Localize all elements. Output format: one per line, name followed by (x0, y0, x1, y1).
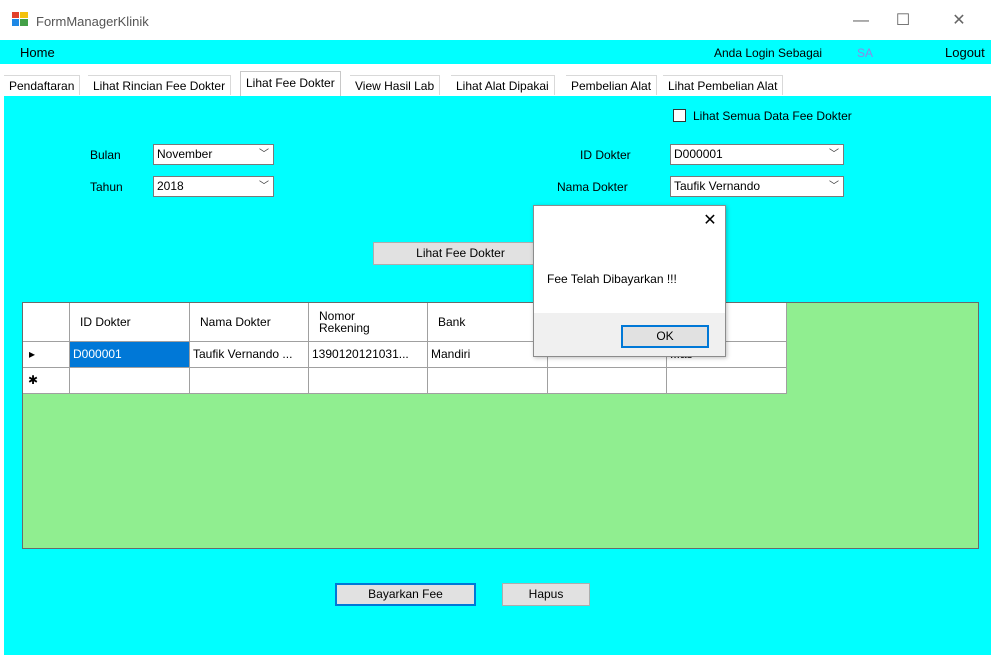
nama-dokter-select[interactable]: Taufik Vernando ﹀ (670, 176, 844, 197)
tab-lihat-pembelian-alat[interactable]: Lihat Pembelian Alat (663, 75, 784, 95)
maximize-button[interactable]: ☐ (880, 8, 926, 34)
close-button[interactable]: ✕ (936, 8, 982, 34)
bulan-label: Bulan (90, 148, 121, 162)
tab-lihat-alat-dipakai[interactable]: Lihat Alat Dipakai (451, 75, 555, 95)
row-header-current[interactable]: ▸ (23, 342, 70, 368)
bayarkan-fee-button[interactable]: Bayarkan Fee (335, 583, 476, 606)
cell-nama-dokter[interactable]: Taufik Vernando ... (190, 342, 309, 368)
dialog-close-icon[interactable]: ✕ (699, 210, 721, 232)
new-cell[interactable] (309, 368, 428, 394)
chevron-down-icon: ﹀ (829, 181, 839, 192)
new-cell[interactable] (428, 368, 548, 394)
new-cell[interactable] (548, 368, 667, 394)
menu-home[interactable]: Home (20, 45, 55, 60)
minimize-button[interactable]: — (838, 8, 884, 34)
menu-logout[interactable]: Logout (945, 45, 985, 60)
tab-lihat-rincian-fee-dokter[interactable]: Lihat Rincian Fee Dokter (88, 75, 232, 95)
tab-view-hasil-lab[interactable]: View Hasil Lab (350, 75, 441, 95)
grid-corner-header (23, 303, 70, 342)
lihat-semua-label: Lihat Semua Data Fee Dokter (693, 109, 852, 123)
cell-bank[interactable]: Mandiri (428, 342, 548, 368)
lihat-fee-dokter-button[interactable]: Lihat Fee Dokter (373, 242, 548, 265)
id-dokter-label: ID Dokter (580, 148, 631, 162)
nama-dokter-label: Nama Dokter (557, 180, 628, 194)
bulan-value: November (157, 147, 213, 161)
tahun-label: Tahun (90, 180, 123, 194)
tab-pendaftaran[interactable]: Pendaftaran (4, 75, 81, 95)
tab-lihat-fee-dokter[interactable]: Lihat Fee Dokter (240, 71, 341, 96)
chevron-down-icon: ﹀ (259, 149, 269, 160)
login-user: SA (857, 46, 874, 60)
id-dokter-value: D000001 (674, 147, 723, 161)
bulan-select[interactable]: November ﹀ (153, 144, 274, 165)
window-title: FormManagerKlinik (36, 14, 149, 29)
tahun-value: 2018 (157, 179, 184, 193)
chevron-down-icon: ﹀ (259, 181, 269, 192)
column-header-bank[interactable]: Bank (428, 303, 548, 342)
login-label: Anda Login Sebagai (714, 46, 823, 60)
ok-button[interactable]: OK (621, 325, 709, 348)
tahun-select[interactable]: 2018 ﹀ (153, 176, 274, 197)
new-cell[interactable] (190, 368, 309, 394)
cell-nomor-rekening[interactable]: 1390120121031... (309, 342, 428, 368)
menu-bar (0, 40, 991, 64)
dialog-message: Fee Telah Dibayarkan !!! (547, 272, 677, 286)
hapus-button[interactable]: Hapus (502, 583, 590, 606)
new-cell[interactable] (667, 368, 787, 394)
lihat-semua-checkbox[interactable] (673, 109, 686, 122)
column-header-id-dokter[interactable]: ID Dokter (70, 303, 190, 342)
chevron-down-icon: ﹀ (829, 149, 839, 160)
row-header-new[interactable]: ✱ (23, 368, 70, 394)
column-header-nama-dokter[interactable]: Nama Dokter (190, 303, 309, 342)
new-cell[interactable] (70, 368, 190, 394)
cell-id-dokter[interactable]: D000001 (70, 342, 190, 368)
tab-pembelian-alat[interactable]: Pembelian Alat (566, 75, 658, 95)
nama-dokter-value: Taufik Vernando (674, 179, 761, 193)
id-dokter-select[interactable]: D000001 ﹀ (670, 144, 844, 165)
app-icon (12, 12, 28, 26)
column-header-nomor-rekening[interactable]: Nomor Rekening (309, 303, 428, 342)
